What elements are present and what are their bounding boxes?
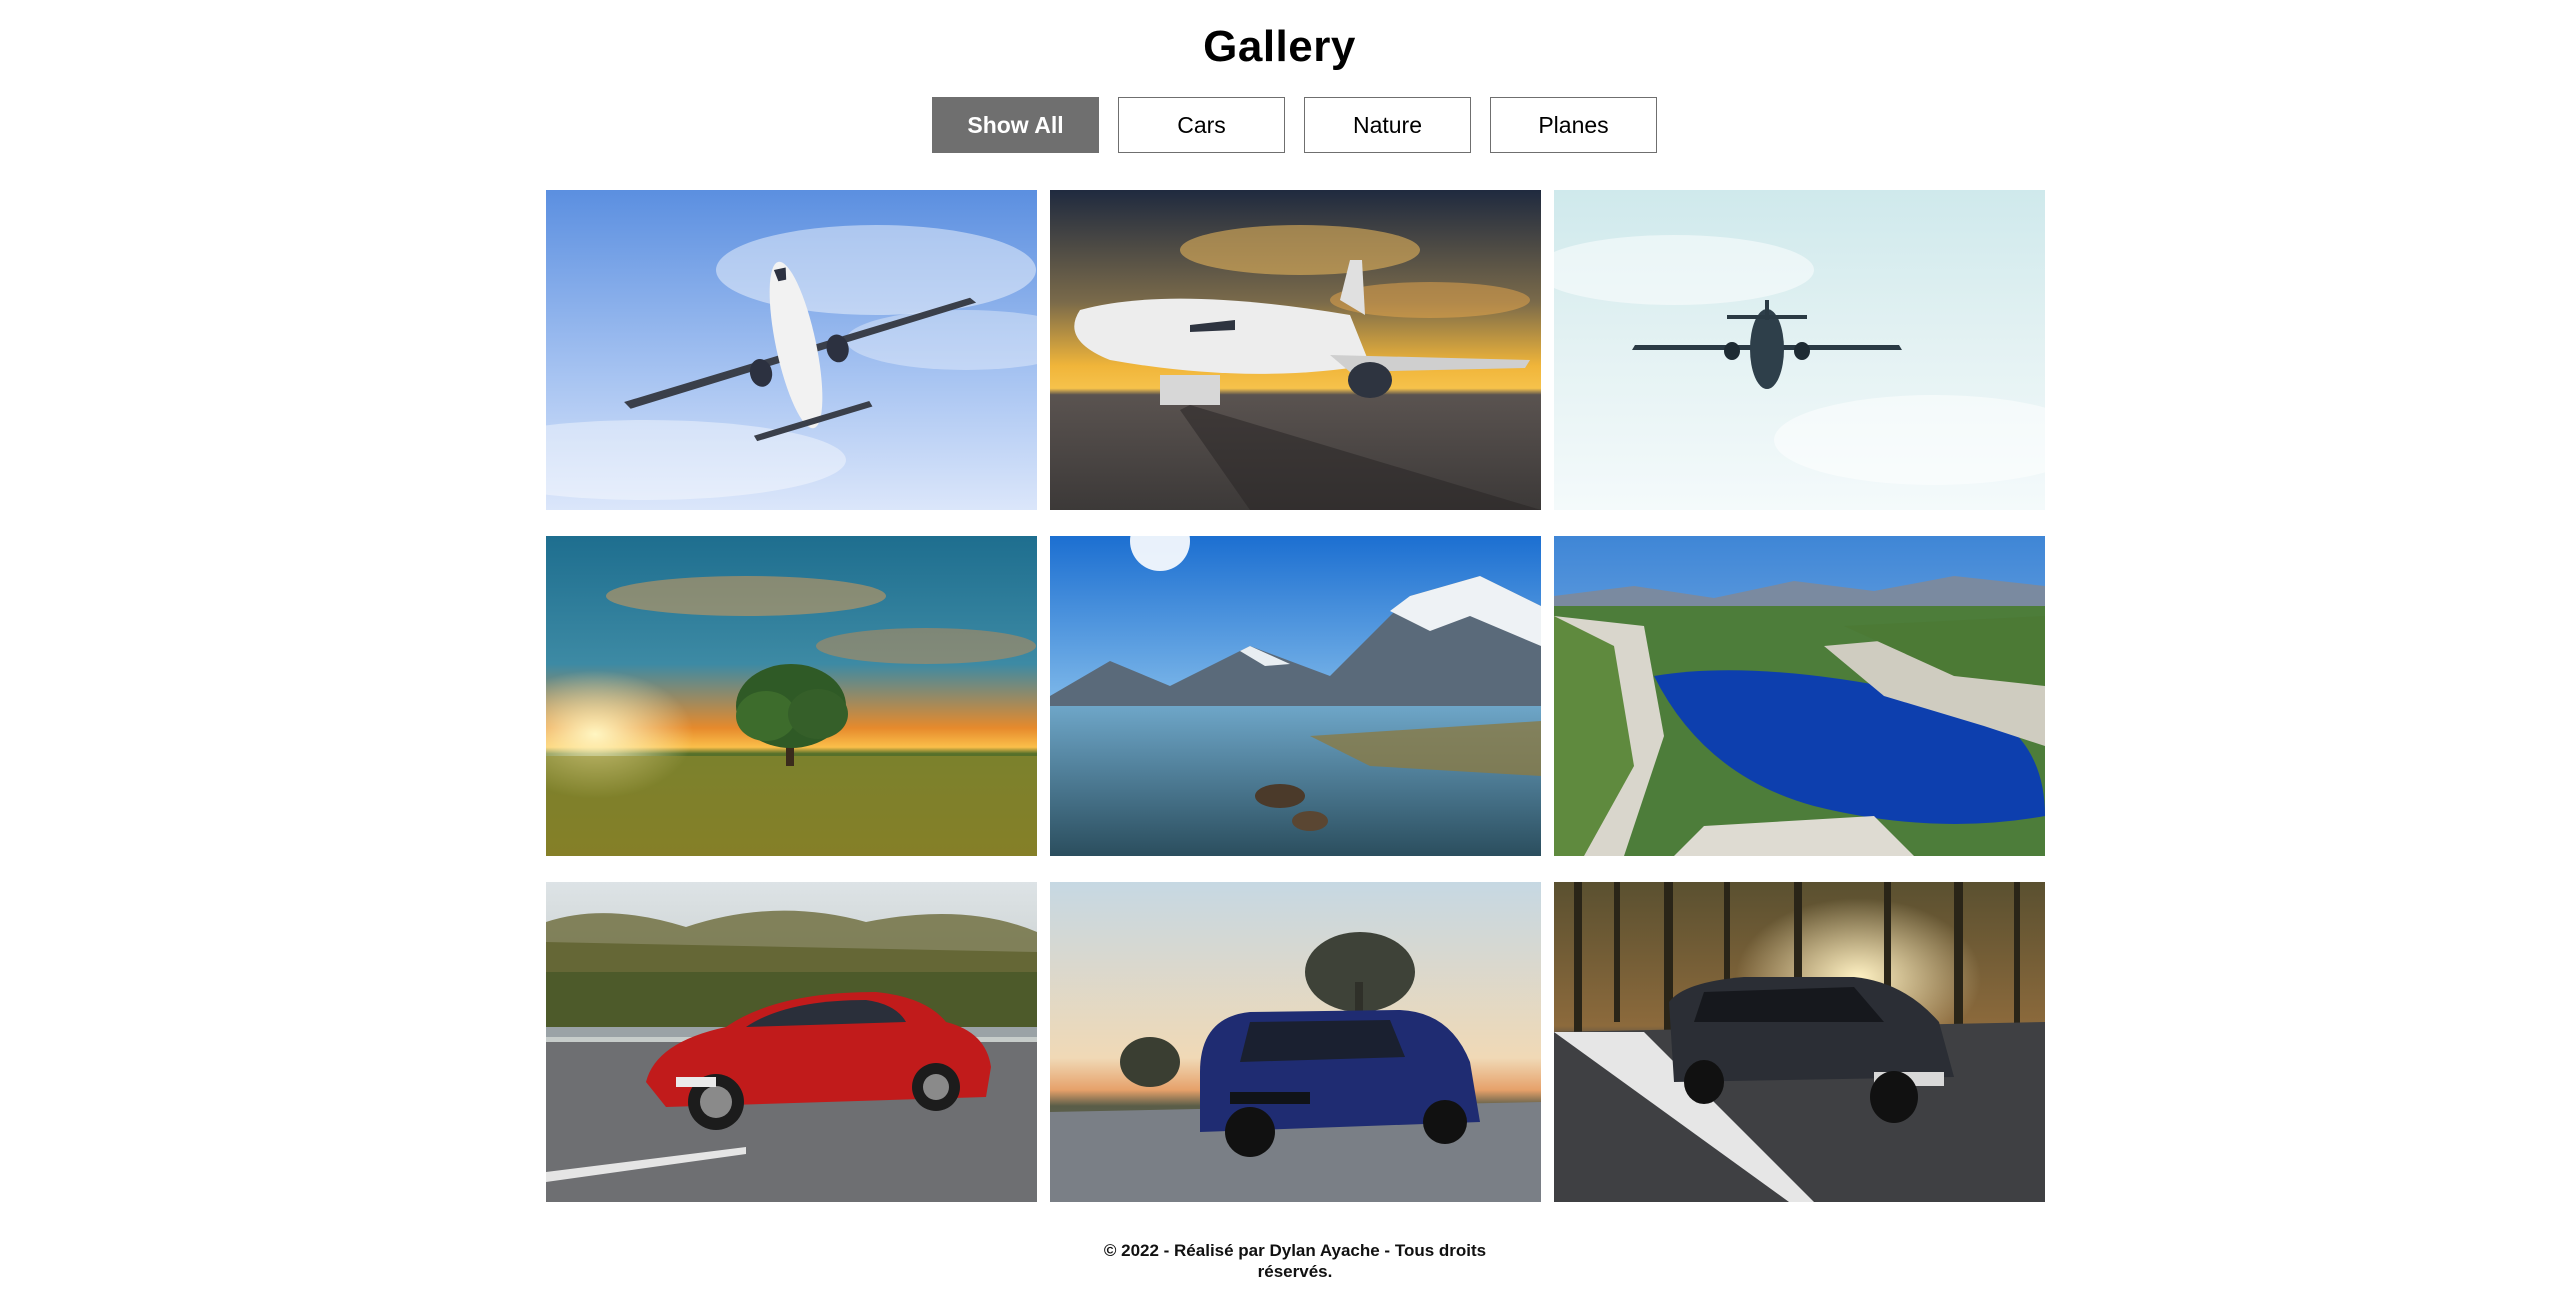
filter-planes-button[interactable]: Planes bbox=[1490, 97, 1657, 153]
gallery-image-tree-field[interactable] bbox=[546, 536, 1037, 856]
gallery-grid bbox=[546, 190, 2046, 1202]
page-title: Gallery bbox=[1203, 22, 1356, 71]
gallery-image-red-car[interactable] bbox=[546, 882, 1037, 1202]
gallery-image-mountain-lake[interactable] bbox=[1050, 536, 1541, 856]
nature-image bbox=[1050, 536, 1541, 856]
nature-image bbox=[1554, 536, 2045, 856]
gallery-image-plane-pale-sky[interactable] bbox=[1554, 190, 2045, 510]
gallery-image-calanque[interactable] bbox=[1554, 536, 2045, 856]
filter-bar: Show All Cars Nature Planes bbox=[932, 97, 1657, 153]
filter-cars-button[interactable]: Cars bbox=[1118, 97, 1285, 153]
filter-show-all-button[interactable]: Show All bbox=[932, 97, 1099, 153]
plane-image bbox=[1554, 190, 2045, 510]
plane-image bbox=[546, 190, 1037, 510]
filter-nature-button[interactable]: Nature bbox=[1304, 97, 1471, 153]
gallery-image-plane-blue-sky[interactable] bbox=[546, 190, 1037, 510]
gallery-image-blue-suv[interactable] bbox=[1050, 882, 1541, 1202]
nature-image bbox=[546, 536, 1037, 856]
footer: © 2022 - Réalisé par Dylan Ayache - Tous… bbox=[1095, 1240, 1495, 1282]
gallery-image-plane-tarmac-sunset[interactable] bbox=[1050, 190, 1541, 510]
car-image bbox=[546, 882, 1037, 1202]
footer-copyright-line-2: réservés. bbox=[1257, 1262, 1333, 1281]
plane-image bbox=[1050, 190, 1541, 510]
gallery-image-dark-sedan[interactable] bbox=[1554, 882, 2045, 1202]
car-image bbox=[1050, 882, 1541, 1202]
footer-copyright-line-1: © 2022 - Réalisé par Dylan Ayache - Tous… bbox=[1103, 1241, 1487, 1260]
car-image bbox=[1554, 882, 2045, 1202]
